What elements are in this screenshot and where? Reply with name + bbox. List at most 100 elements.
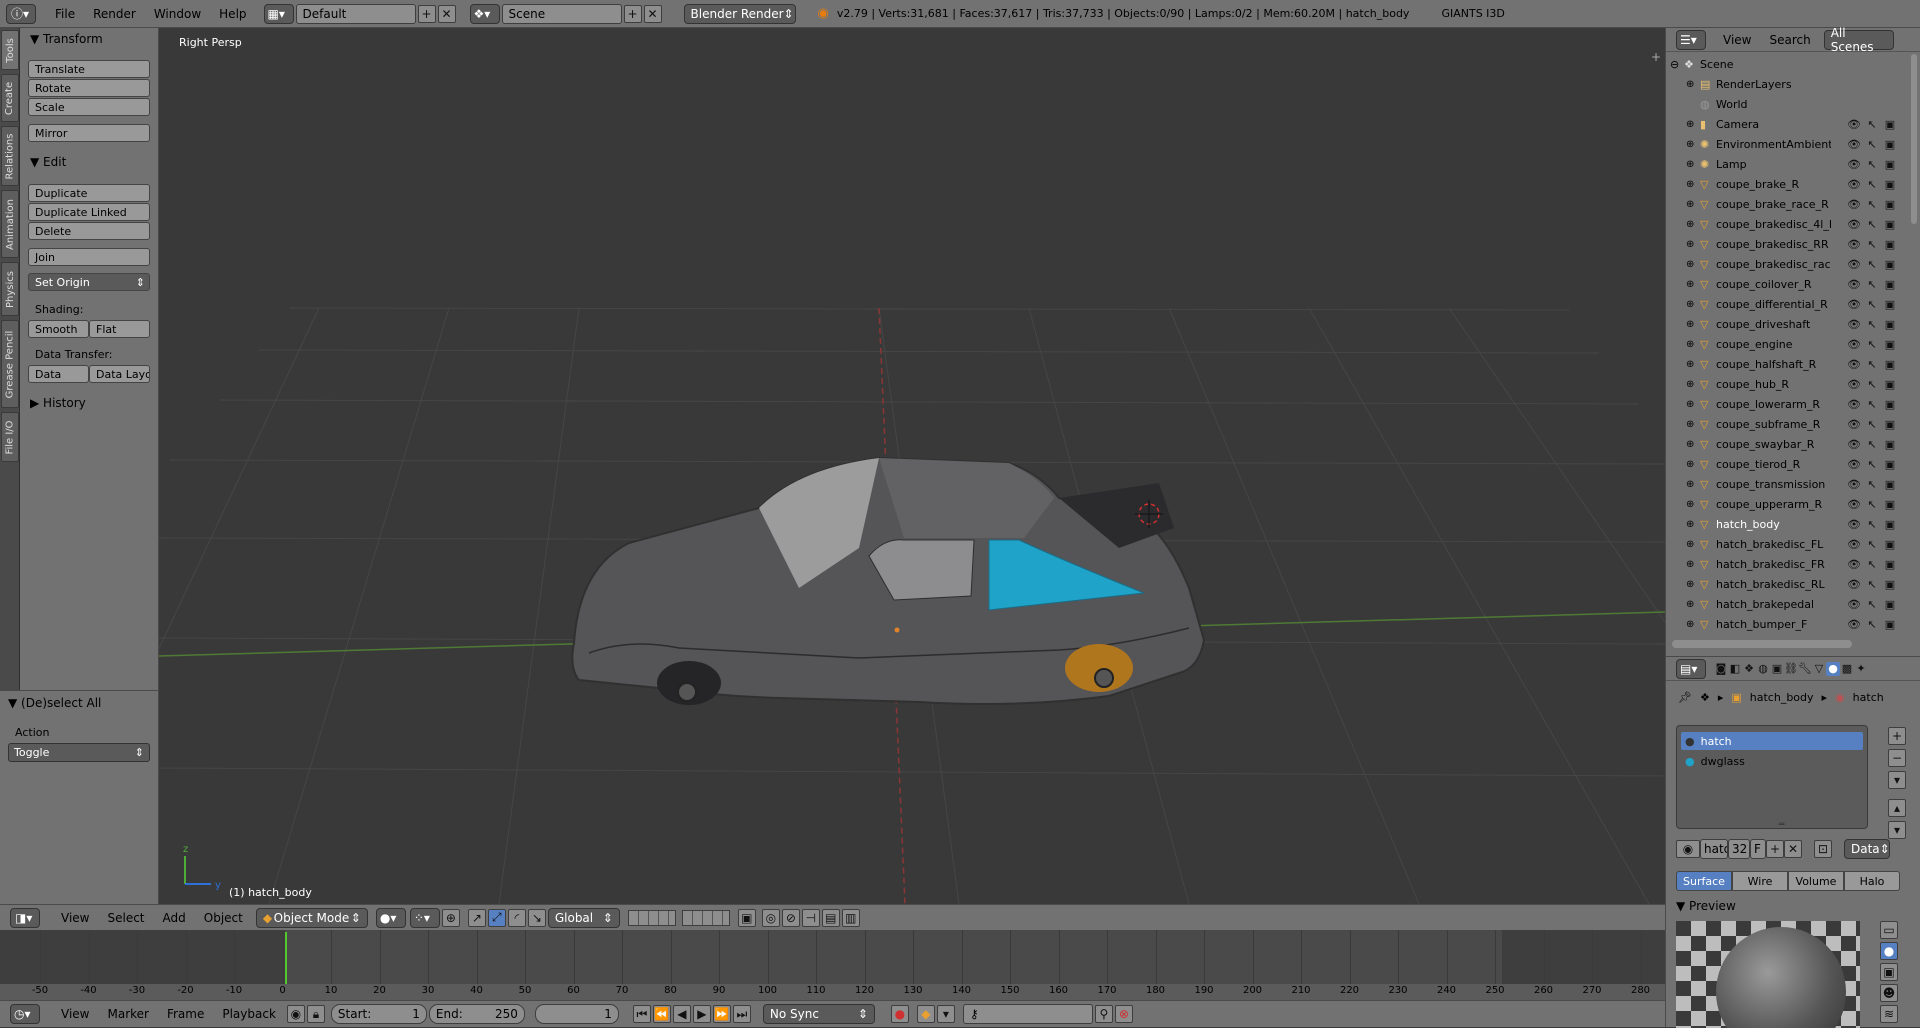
render-engine-dropdown[interactable]: Blender Render ⇕	[683, 3, 796, 24]
outliner-item[interactable]: ⊕ ▽ hatch_bumper_F 👁︎ ↖ ▣	[1666, 614, 1906, 634]
expand-icon[interactable]: ⊕	[1686, 159, 1700, 170]
outliner-item[interactable]: ⊕ ▽ coupe_lowerarm_R 👁︎ ↖ ▣	[1666, 394, 1906, 414]
select-arrow-icon[interactable]: ↖	[1865, 177, 1879, 191]
set-origin-dropdown[interactable]: Set Origin ⇕	[28, 273, 150, 291]
expand-icon[interactable]: ⊕	[1686, 419, 1700, 430]
outliner-item[interactable]: ⊕ ▽ coupe_transmission 👁︎ ↖ ▣	[1666, 474, 1906, 494]
expand-icon[interactable]: ⊕	[1686, 399, 1700, 410]
menu-object[interactable]: Object	[195, 911, 252, 925]
insert-keyframe-icon[interactable]: ⚲	[1094, 1005, 1113, 1023]
render-camera-icon[interactable]: ▣	[1883, 377, 1897, 391]
material-name-field[interactable]: hatc	[1700, 839, 1728, 859]
eye-icon[interactable]: 👁︎	[1847, 117, 1861, 131]
eye-icon[interactable]: 👁︎	[1847, 357, 1861, 371]
rotate-manipulator-icon[interactable]: ⤢	[487, 908, 506, 927]
outliner-item[interactable]: ◍ World	[1666, 94, 1906, 114]
render-camera-icon[interactable]: ▣	[1883, 157, 1897, 171]
select-arrow-icon[interactable]: ↖	[1865, 597, 1879, 611]
fake-user-toggle[interactable]: F	[1750, 839, 1766, 859]
node-toggle-icon[interactable]: ⊡	[1814, 840, 1832, 858]
editor-type-dropdown[interactable]: ⓘ ▾	[6, 3, 36, 24]
operator-panel-header[interactable]: ▼ (De)select All	[8, 696, 101, 710]
render-camera-icon[interactable]: ▣	[1883, 337, 1897, 351]
particles-tab-icon[interactable]: ✦	[1854, 662, 1868, 676]
select-arrow-icon[interactable]: ↖	[1865, 257, 1879, 271]
expand-icon[interactable]: ⊕	[1686, 139, 1700, 150]
data-layout-button[interactable]: Data Layo	[89, 365, 150, 383]
editor-type-props-dropdown[interactable]: ▤ ▾	[1676, 658, 1706, 679]
select-arrow-icon[interactable]: ↖	[1865, 237, 1879, 251]
select-arrow-icon[interactable]: ↖	[1865, 617, 1879, 631]
move-slot-up-button[interactable]: ▴	[1888, 799, 1906, 817]
jump-end-icon[interactable]: ⏭	[732, 1005, 751, 1023]
render-camera-icon[interactable]: ▣	[1883, 177, 1897, 191]
preview-range-icon[interactable]: ◉	[286, 1005, 305, 1023]
wire-tab[interactable]: Wire	[1732, 871, 1788, 891]
eye-icon[interactable]: 👁︎	[1847, 217, 1861, 231]
menu-frame[interactable]: Frame	[158, 1007, 213, 1021]
translate-button[interactable]: Translate	[28, 60, 150, 78]
preview-panel-header[interactable]: ▼ Preview	[1676, 899, 1736, 913]
outliner-item[interactable]: ⊕ ▽ coupe_coilover_R 👁︎ ↖ ▣	[1666, 274, 1906, 294]
scale-manipulator-icon[interactable]: ◜	[507, 908, 526, 927]
render-camera-icon[interactable]: ▣	[1883, 577, 1897, 591]
select-arrow-icon[interactable]: ↖	[1865, 357, 1879, 371]
data-tab-icon[interactable]: ▽	[1812, 662, 1826, 676]
play-icon[interactable]: ▶	[692, 1005, 711, 1023]
select-arrow-icon[interactable]: ↖	[1865, 297, 1879, 311]
manipulator-toggle-icon[interactable]: ⊕	[441, 908, 460, 927]
menu-render[interactable]: Render	[84, 7, 145, 21]
eye-icon[interactable]: 👁︎	[1847, 577, 1861, 591]
material-tab-icon[interactable]: ●	[1826, 661, 1840, 676]
delete-button[interactable]: Delete	[28, 222, 150, 240]
render-camera-icon[interactable]: ▣	[1883, 137, 1897, 151]
render-camera-icon[interactable]: ▣	[1883, 237, 1897, 251]
current-frame-field[interactable]: 1	[534, 1004, 619, 1024]
menu-playback[interactable]: Playback	[213, 1007, 285, 1021]
timeline-editor[interactable]: -50 -40 -30 -20 -10 0 10 20 30 40 50 60 70 80 90 100 110…	[0, 930, 1665, 1000]
render-camera-icon[interactable]: ▣	[1883, 257, 1897, 271]
expand-icon[interactable]: ⊕	[1686, 499, 1700, 510]
select-arrow-icon[interactable]: ↖	[1865, 377, 1879, 391]
expand-icon[interactable]: ⊕	[1686, 599, 1700, 610]
select-arrow-icon[interactable]: ↖	[1865, 497, 1879, 511]
constraints-tab-icon[interactable]: ⛓	[1784, 662, 1798, 676]
menu-view[interactable]: View	[52, 911, 98, 925]
expand-icon[interactable]: ⊕	[1686, 179, 1700, 190]
select-arrow-icon[interactable]: ↖	[1865, 397, 1879, 411]
add-layout-button[interactable]: +	[417, 4, 436, 23]
viewport-shading-dropdown[interactable]: ● ▾	[375, 907, 406, 928]
menu-window[interactable]: Window	[145, 7, 210, 21]
outliner-item[interactable]: ⊕ ▽ hatch_brakepedal 👁︎ ↖ ▣	[1666, 594, 1906, 614]
tab-relations[interactable]: Relations	[1, 126, 19, 186]
outliner-item[interactable]: ⊕ ▽ coupe_upperarm_R 👁︎ ↖ ▣	[1666, 494, 1906, 514]
mode-dropdown[interactable]: ◆ Object Mode ⇕	[255, 907, 368, 928]
outliner-item[interactable]: ⊕ ▽ coupe_halfshaft_R 👁︎ ↖ ▣	[1666, 354, 1906, 374]
flat-button[interactable]: Flat	[89, 320, 150, 338]
expand-icon[interactable]: ⊕	[1686, 479, 1700, 490]
browse-material-icon[interactable]: ◉	[1676, 840, 1700, 858]
join-button[interactable]: Join	[28, 248, 150, 266]
render-camera-icon[interactable]: ▣	[1883, 197, 1897, 211]
delete-keyframe-icon[interactable]: ⊗	[1114, 1005, 1133, 1023]
rotate-button[interactable]: Rotate	[28, 79, 150, 97]
tab-file-io[interactable]: File I/O	[1, 412, 19, 462]
select-arrow-icon[interactable]: ↖	[1865, 317, 1879, 331]
eye-icon[interactable]: 👁︎	[1847, 437, 1861, 451]
current-frame-indicator[interactable]	[285, 932, 287, 984]
3d-viewport[interactable]: z y Right Persp (1) hatch_body +	[159, 28, 1665, 904]
eye-icon[interactable]: 👁︎	[1847, 477, 1861, 491]
expand-icon[interactable]: ⊕	[1686, 79, 1700, 90]
eye-icon[interactable]: 👁︎	[1847, 497, 1861, 511]
select-arrow-icon[interactable]: ↖	[1865, 337, 1879, 351]
eye-icon[interactable]: 👁︎	[1847, 137, 1861, 151]
expand-icon[interactable]: ⊕	[1686, 579, 1700, 590]
opengl-render-icon[interactable]: ▤	[821, 908, 840, 927]
select-arrow-icon[interactable]: ↖	[1865, 157, 1879, 171]
end-frame-field[interactable]: End: 250	[428, 1004, 525, 1024]
menu-marker[interactable]: Marker	[98, 1007, 157, 1021]
preview-hair-icon[interactable]: ≋	[1880, 1005, 1898, 1023]
outliner-vscrollbar[interactable]	[1911, 54, 1917, 224]
expand-icon[interactable]: ⊕	[1686, 379, 1700, 390]
object-tab-icon[interactable]: ▣	[1770, 662, 1784, 676]
